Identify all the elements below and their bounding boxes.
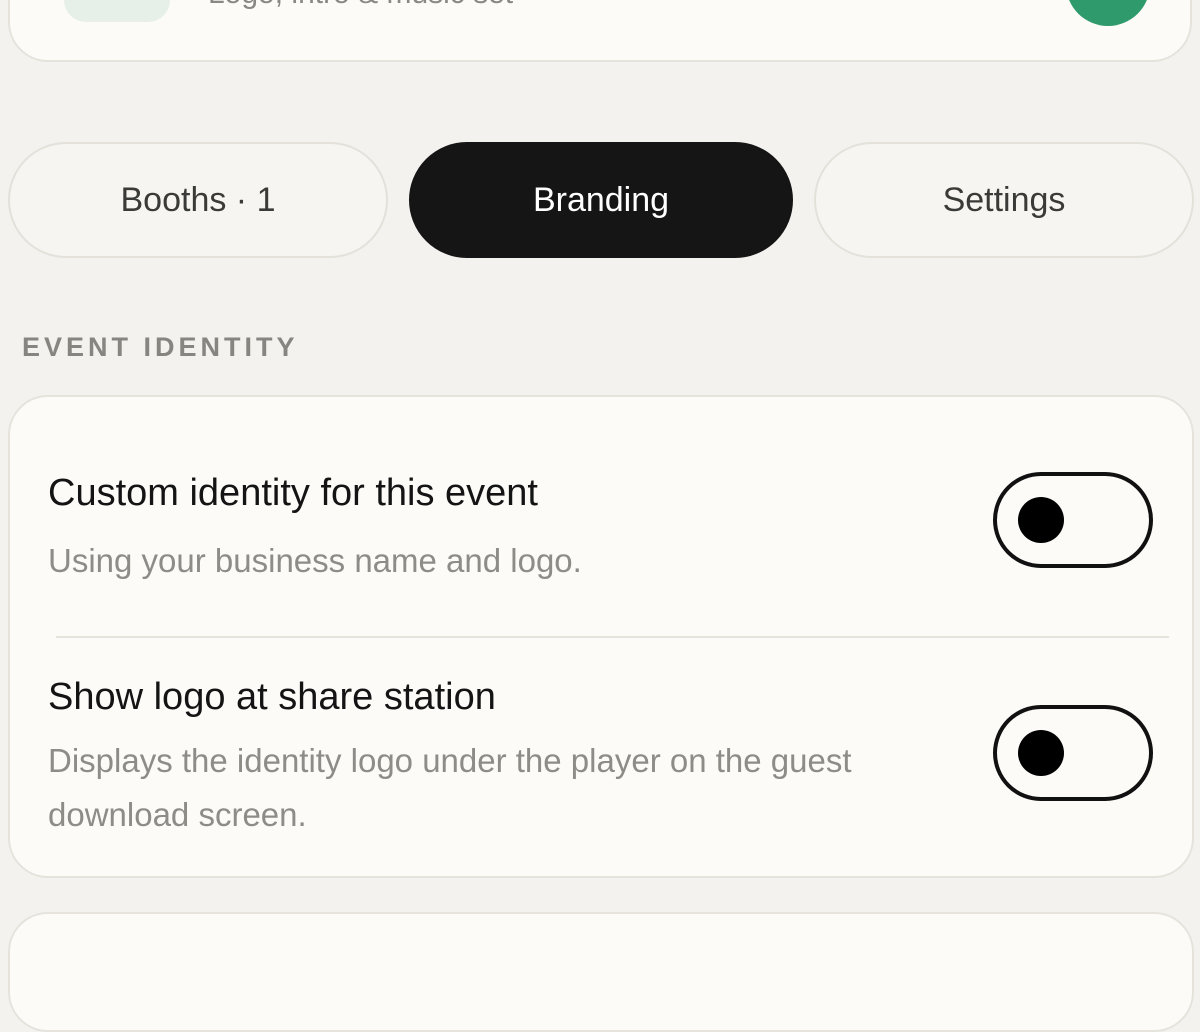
section-heading-event-identity: EVENT IDENTITY — [22, 332, 299, 362]
show-logo-toggle[interactable] — [993, 705, 1153, 801]
custom-identity-toggle[interactable] — [993, 472, 1153, 568]
event-summary-card[interactable]: Logo, intro & music set — [8, 0, 1192, 62]
show-logo-title: Show logo at share station — [48, 676, 496, 718]
tab-settings[interactable]: Settings — [814, 142, 1194, 258]
toggle-knob — [1018, 497, 1064, 543]
show-logo-description: Displays the identity logo under the pla… — [48, 742, 852, 833]
custom-identity-title: Custom identity for this event — [48, 472, 538, 514]
toggle-knob — [1018, 730, 1064, 776]
next-card — [8, 912, 1194, 1032]
tab-bar: Booths · 1 Branding Settings — [8, 142, 1194, 258]
tab-booths[interactable]: Booths · 1 — [8, 142, 388, 258]
event-summary-subtitle: Logo, intro & music set — [208, 0, 513, 11]
custom-identity-description: Using your business name and logo. — [48, 542, 582, 579]
status-dot-icon — [1066, 0, 1150, 26]
tab-branding[interactable]: Branding — [409, 142, 793, 258]
event-thumbnail — [64, 0, 170, 22]
row-divider — [56, 636, 1169, 638]
